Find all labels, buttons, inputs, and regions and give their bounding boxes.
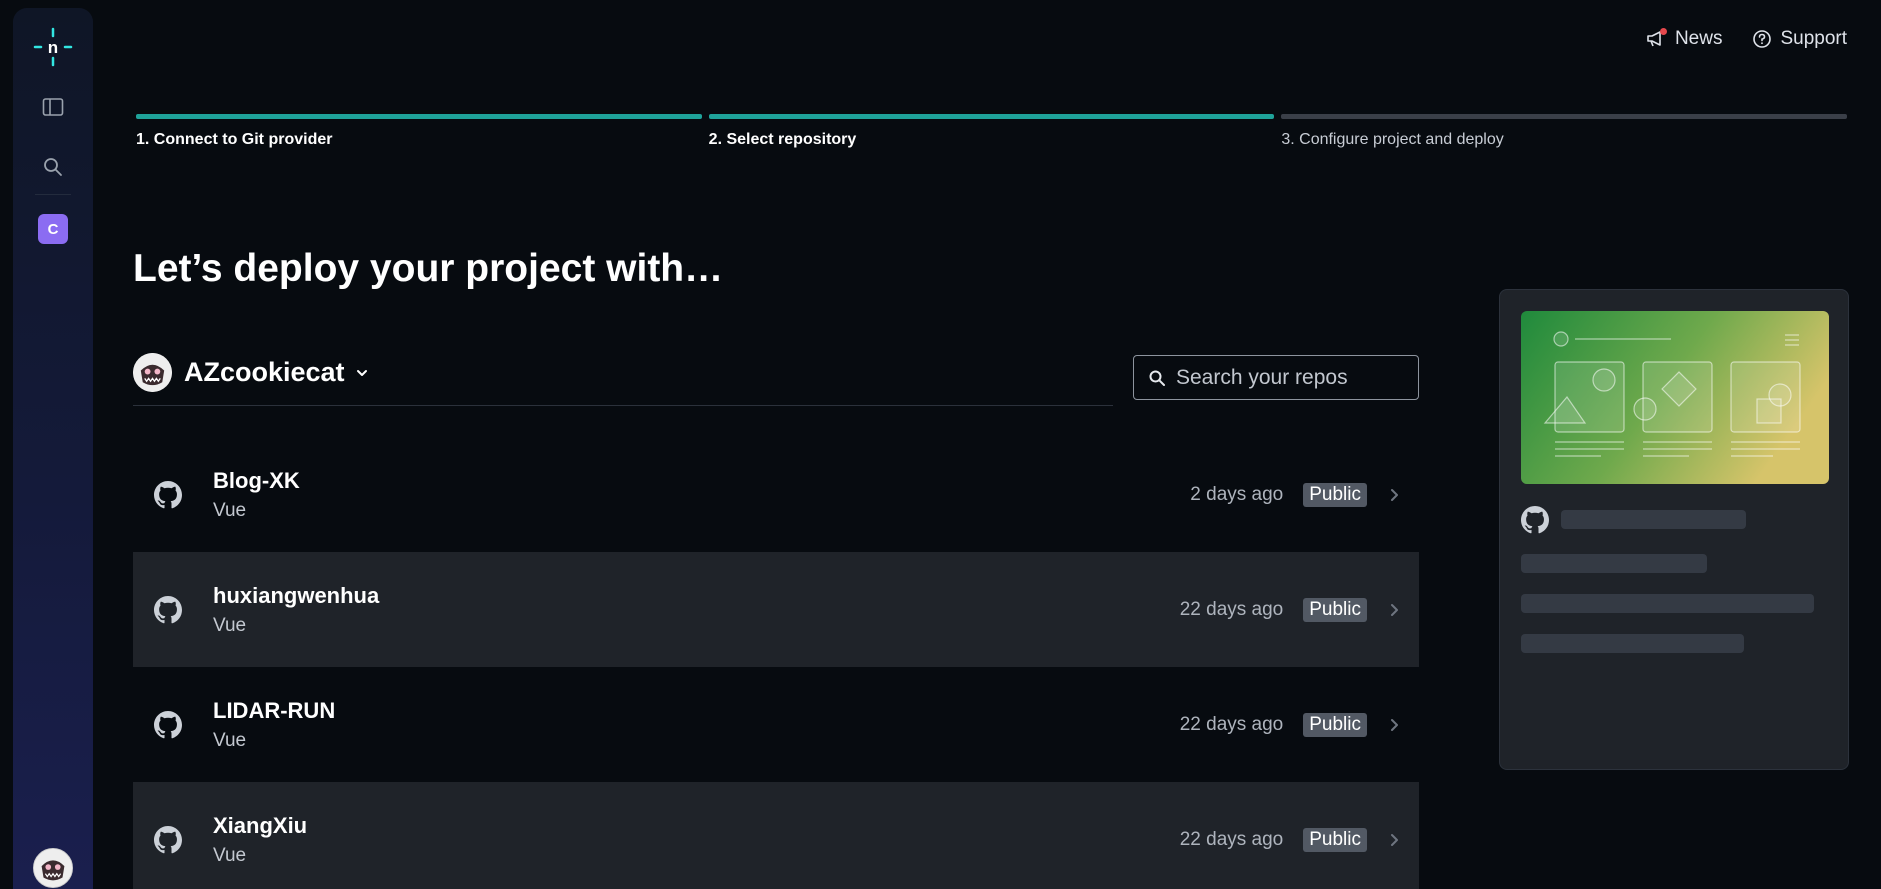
skeleton-line [1521,594,1814,613]
repo-updated: 22 days ago [1179,598,1284,620]
account-name[interactable]: AZcookiecat [184,353,345,392]
repo-updated: 22 days ago [1179,713,1284,735]
github-icon [153,480,183,510]
account-avatar [133,353,172,392]
search-icon [1148,369,1166,387]
github-icon [153,710,183,740]
repo-row[interactable]: LIDAR-RUN Vue 22 days ago Public [133,667,1419,782]
page-title: Let’s deploy your project with… [133,247,724,290]
visibility-badge: Public [1303,827,1367,852]
repo-row[interactable]: XiangXiu Vue 22 days ago Public [133,782,1419,889]
repo-info: LIDAR-RUN Vue [213,698,335,752]
search-icon[interactable] [13,146,93,188]
progress-stepper: 1. Connect to Git provider 2. Select rep… [136,114,1848,149]
repo-meta: 22 days ago Public [1180,552,1399,667]
news-notification-dot [1659,28,1667,35]
repo-search-box[interactable] [1133,355,1419,400]
news-link[interactable]: News [1645,28,1723,50]
repo-meta: 2 days ago Public [1190,437,1399,552]
skeleton-line [1561,510,1746,529]
support-label: Support [1780,28,1847,49]
repo-updated: 22 days ago [1179,828,1284,850]
search-input[interactable] [1176,365,1406,390]
sidebar-toggle-icon[interactable] [13,86,93,128]
team-badge: C [38,214,68,244]
skeleton-line [1521,554,1707,573]
repo-info: Blog-XK Vue [213,468,300,522]
chevron-right-icon [1389,488,1399,502]
visibility-badge: Public [1303,597,1367,622]
repo-language: Vue [213,729,247,751]
deploy-preview-card [1499,289,1849,770]
step-label: 1. Connect to Git provider [136,131,333,148]
step-label: 3. Configure project and deploy [1281,131,1504,148]
repo-meta: 22 days ago Public [1180,782,1399,889]
account-selector-row: AZcookiecat [133,353,1113,406]
repo-language: Vue [213,499,247,521]
visibility-badge: Public [1303,482,1367,507]
news-label: News [1674,28,1723,49]
step-configure-deploy: 3. Configure project and deploy [1281,114,1848,149]
step-bar [708,114,1275,119]
netlify-logo-icon[interactable]: n [13,24,93,70]
step-connect-git: 1. Connect to Git provider [136,114,702,149]
sidebar-divider [35,194,71,195]
repo-name: huxiangwenhua [213,582,380,608]
chevron-right-icon [1389,718,1399,732]
github-icon [153,595,183,625]
repo-row[interactable]: Blog-XK Vue 2 days ago Public [133,437,1419,552]
repo-row[interactable]: huxiangwenhua Vue 22 days ago Public [133,552,1419,667]
step-bar [1281,114,1848,119]
repo-list: Blog-XK Vue 2 days ago Public huxiangwen… [133,437,1419,889]
repo-info: huxiangwenhua Vue [213,583,379,637]
repo-name: Blog-XK [213,467,300,493]
support-link[interactable]: Support [1752,28,1847,50]
repo-updated: 2 days ago [1190,483,1284,505]
team-switcher[interactable]: C [13,208,93,250]
repo-info: XiangXiu Vue [213,813,307,867]
github-icon [153,825,183,855]
github-icon [1521,506,1549,534]
help-circle-icon [1752,29,1772,49]
skeleton-line [1521,634,1744,653]
chevron-down-icon[interactable] [355,353,369,392]
step-bar [136,114,702,119]
repo-language: Vue [213,844,247,866]
avatar [33,848,73,888]
repo-meta: 22 days ago Public [1180,667,1399,782]
chevron-right-icon [1389,603,1399,617]
top-nav: News Support [1645,28,1847,50]
visibility-badge: Public [1303,712,1367,737]
repo-name: XiangXiu [213,812,308,838]
sidebar: n C [13,8,93,889]
repo-language: Vue [213,614,247,636]
preview-illustration [1521,311,1829,484]
step-label: 2. Select repository [708,131,857,148]
repo-name: LIDAR-RUN [213,697,336,723]
chevron-right-icon [1389,833,1399,847]
step-select-repository: 2. Select repository [708,114,1275,149]
svg-text:n: n [48,38,58,57]
user-avatar[interactable] [13,846,93,889]
megaphone-icon [1645,28,1667,50]
